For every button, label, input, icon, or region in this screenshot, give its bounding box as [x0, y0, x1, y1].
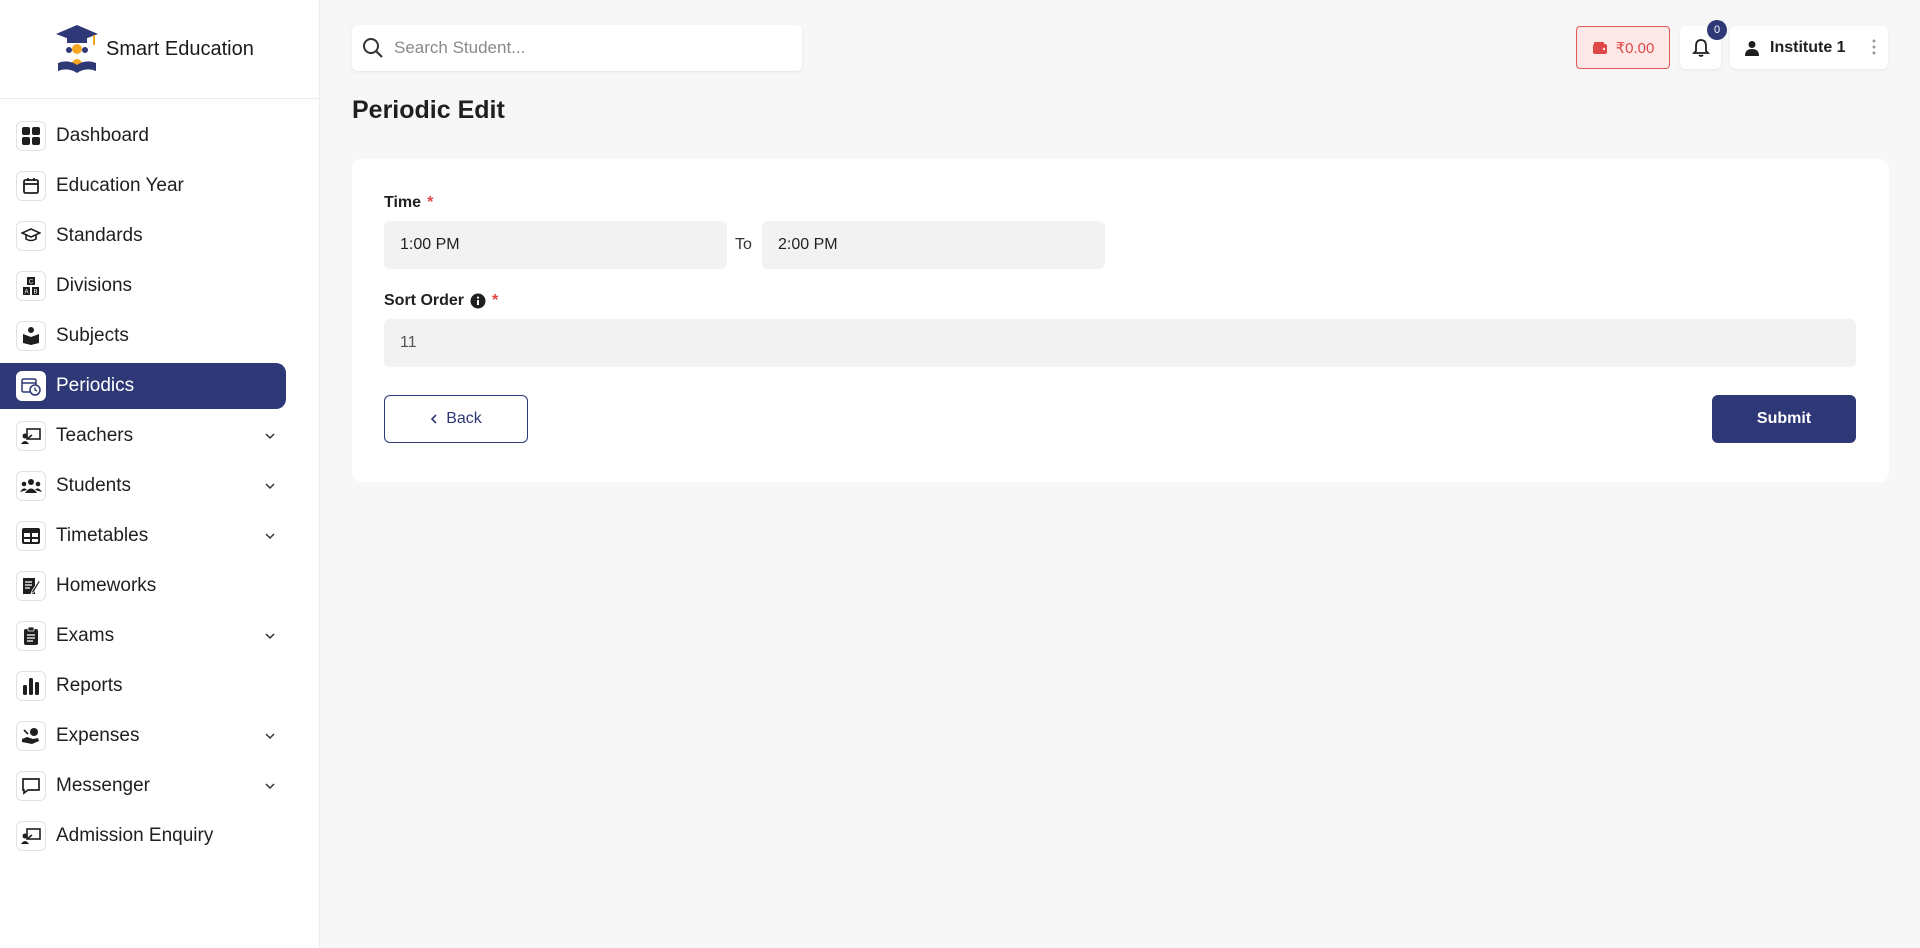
notifications-button[interactable]: 0: [1680, 20, 1727, 69]
users-icon: [16, 471, 46, 501]
time-label-text: Time: [384, 194, 422, 211]
bell-icon: [1691, 38, 1710, 57]
sidebar-item-label: Admission Enquiry: [56, 825, 214, 846]
sidebar-item-students[interactable]: Students: [0, 463, 286, 509]
sidebar-item-dashboard[interactable]: Dashboard: [0, 113, 286, 159]
wallet-balance-button[interactable]: ₹0.00: [1576, 26, 1670, 69]
teacher-board-icon: [16, 821, 46, 851]
grid-icon: [16, 121, 46, 151]
sidebar-item-expenses[interactable]: Expenses: [0, 713, 286, 759]
submit-button[interactable]: Submit: [1712, 395, 1856, 443]
svg-text:A: A: [24, 290, 28, 296]
sidebar-item-label: Periodics: [56, 375, 135, 396]
info-icon[interactable]: [470, 293, 486, 309]
more-vertical-icon[interactable]: [1872, 39, 1876, 55]
back-button[interactable]: Back: [384, 395, 528, 443]
calendar-clock-icon: [16, 371, 46, 401]
required-mark: *: [427, 194, 434, 211]
chat-icon: [16, 771, 46, 801]
sort-order-label: Sort Order *: [384, 292, 498, 310]
brand[interactable]: Smart Education: [0, 0, 319, 99]
sidebar-item-label: Messenger: [56, 775, 150, 796]
sidebar-item-divisions[interactable]: CAB Divisions: [0, 263, 286, 309]
time-label: Time *: [384, 194, 433, 212]
table-icon: [16, 521, 46, 551]
sidebar-item-label: Dashboard: [56, 125, 149, 146]
required-mark: *: [492, 292, 499, 309]
sidebar-nav: Dashboard Education Year Standards CAB D…: [0, 99, 319, 859]
search-bar[interactable]: [352, 25, 802, 71]
user-menu[interactable]: Institute 1: [1730, 26, 1888, 69]
user-icon: [1745, 40, 1759, 56]
note-pen-icon: [16, 571, 46, 601]
chevron-down-icon[interactable]: [264, 730, 276, 742]
back-button-label: Back: [446, 410, 482, 427]
page-title: Periodic Edit: [352, 96, 505, 124]
wallet-icon: [1592, 41, 1607, 54]
chevron-down-icon[interactable]: [264, 780, 276, 792]
clipboard-icon: [16, 621, 46, 651]
graduation-cap-icon: [16, 221, 46, 251]
sidebar-item-messenger[interactable]: Messenger: [0, 763, 286, 809]
sidebar-item-timetables[interactable]: Timetables: [0, 513, 286, 559]
wallet-amount: ₹0.00: [1615, 39, 1655, 57]
sidebar-item-admission-enquiry[interactable]: Admission Enquiry: [0, 813, 286, 859]
blocks-icon: CAB: [16, 271, 46, 301]
book-reader-icon: [16, 321, 46, 351]
hand-money-icon: [16, 721, 46, 751]
chevron-down-icon[interactable]: [264, 630, 276, 642]
sidebar-item-standards[interactable]: Standards: [0, 213, 286, 259]
bar-chart-icon: [16, 671, 46, 701]
sidebar-item-label: Exams: [56, 625, 115, 646]
sidebar-item-reports[interactable]: Reports: [0, 663, 286, 709]
logo-icon: [56, 25, 98, 73]
sidebar-item-periodics[interactable]: Periodics: [0, 363, 286, 409]
svg-text:C: C: [29, 280, 34, 286]
user-name: Institute 1: [1770, 38, 1846, 56]
sidebar-item-label: Subjects: [56, 325, 129, 346]
time-to-input[interactable]: [762, 221, 1105, 269]
teacher-board-icon: [16, 421, 46, 451]
sidebar-item-teachers[interactable]: Teachers: [0, 413, 286, 459]
sidebar-item-label: Reports: [56, 675, 123, 696]
search-icon: [363, 38, 383, 58]
sidebar-item-label: Expenses: [56, 725, 140, 746]
sort-order-label-text: Sort Order: [384, 292, 465, 309]
sidebar-item-label: Divisions: [56, 275, 133, 296]
search-input[interactable]: [394, 38, 774, 58]
calendar-icon: [16, 171, 46, 201]
sidebar-item-exams[interactable]: Exams: [0, 613, 286, 659]
sidebar-item-label: Teachers: [56, 425, 134, 446]
brand-name: Smart Education: [106, 37, 254, 60]
sidebar-item-label: Standards: [56, 225, 143, 246]
svg-text:B: B: [33, 290, 37, 296]
chevron-down-icon[interactable]: [264, 430, 276, 442]
to-label: To: [735, 236, 752, 253]
sidebar-item-homeworks[interactable]: Homeworks: [0, 563, 286, 609]
sidebar-item-label: Education Year: [56, 175, 184, 196]
sidebar-item-label: Timetables: [56, 525, 149, 546]
chevron-down-icon[interactable]: [264, 530, 276, 542]
sort-order-input[interactable]: [384, 319, 1856, 367]
sidebar-item-label: Homeworks: [56, 575, 157, 596]
chevron-down-icon[interactable]: [264, 480, 276, 492]
sidebar-item-education-year[interactable]: Education Year: [0, 163, 286, 209]
sidebar: Smart Education Dashboard Education Year…: [0, 0, 320, 948]
periodic-edit-form: Time * To Sort Order * Back Submit: [352, 159, 1889, 482]
sidebar-item-subjects[interactable]: Subjects: [0, 313, 286, 359]
notification-count-badge: 0: [1707, 20, 1727, 40]
sidebar-item-label: Students: [56, 475, 131, 496]
chevron-left-icon: [431, 414, 437, 424]
time-from-input[interactable]: [384, 221, 727, 269]
